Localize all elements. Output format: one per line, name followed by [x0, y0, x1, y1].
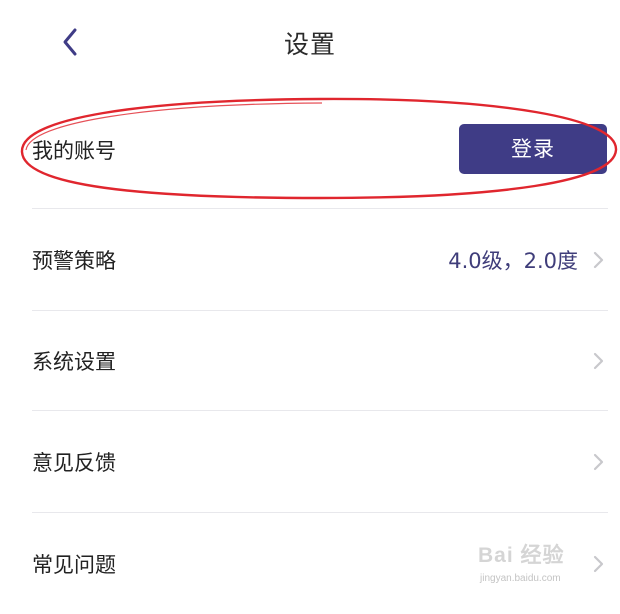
chevron-right-icon: [593, 555, 604, 573]
row-label: 常见问题: [32, 553, 116, 577]
page-title: 设置: [283, 30, 336, 59]
settings-row-system[interactable]: 系统设置: [32, 311, 608, 411]
row-label: 意见反馈: [32, 451, 116, 475]
divider: [32, 512, 608, 513]
account-label: 我的账号: [32, 139, 116, 163]
login-button[interactable]: 登录: [459, 124, 607, 174]
chevron-right-icon: [593, 352, 604, 370]
settings-row-warning-strategy[interactable]: 预警策略 4.0级，2.0度: [32, 210, 608, 310]
row-label: 系统设置: [32, 350, 116, 374]
chevron-right-icon: [593, 251, 604, 269]
header-bar: 设置: [0, 0, 620, 88]
settings-row-faq[interactable]: 常见问题: [32, 514, 608, 614]
divider: [32, 410, 608, 411]
divider: [32, 208, 608, 209]
row-label: 预警策略: [32, 249, 116, 273]
chevron-right-icon: [593, 453, 604, 471]
settings-row-feedback[interactable]: 意见反馈: [32, 412, 608, 512]
row-value: 4.0级，2.0度: [448, 249, 578, 273]
